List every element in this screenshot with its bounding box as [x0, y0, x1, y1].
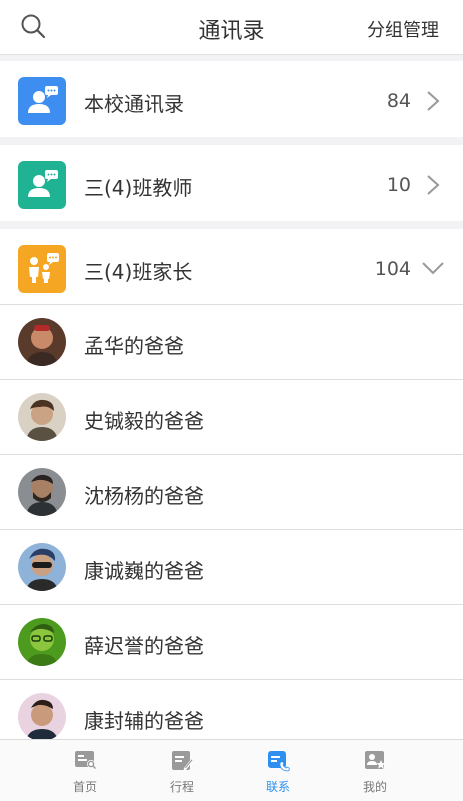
group-class-teachers[interactable]: 三(4)班教师 10: [0, 145, 463, 221]
contacts-icon: [18, 77, 66, 125]
group-count: 104: [374, 258, 411, 280]
member-name: 史铖毅的爸爸: [84, 409, 204, 433]
list-item[interactable]: 薛迟誉的爸爸: [0, 604, 463, 680]
group-manage-button[interactable]: 分组管理: [367, 16, 439, 42]
chevron-right-icon: [427, 91, 440, 111]
group-count: 10: [386, 174, 411, 196]
tab-profile[interactable]: 我的: [317, 740, 433, 801]
avatar: [18, 618, 66, 666]
group-name: 三(4)班家长: [84, 260, 193, 284]
avatar: [18, 693, 66, 741]
avatar: [18, 318, 66, 366]
chevron-right-icon: [427, 175, 440, 195]
member-name: 康诚巍的爸爸: [84, 559, 204, 583]
home-icon: [75, 751, 96, 769]
list-item[interactable]: 孟华的爸爸: [0, 304, 463, 380]
member-name: 孟华的爸爸: [84, 334, 184, 358]
contacts-icon: [18, 161, 66, 209]
avatar: [18, 543, 66, 591]
chevron-down-icon: [422, 262, 444, 275]
contact-icon: [268, 751, 290, 772]
group-school-contacts[interactable]: 本校通讯录 84: [0, 61, 463, 137]
member-name: 康封辅的爸爸: [84, 709, 204, 733]
family-icon: [18, 245, 66, 293]
schedule-icon: [172, 751, 194, 771]
group-count: 84: [386, 90, 411, 112]
list-item[interactable]: 沈杨杨的爸爸: [0, 454, 463, 530]
list-item[interactable]: 史铖毅的爸爸: [0, 379, 463, 455]
group-name: 三(4)班教师: [84, 176, 193, 200]
profile-icon: [365, 751, 386, 769]
member-name: 沈杨杨的爸爸: [84, 484, 204, 508]
member-name: 薛迟誉的爸爸: [84, 634, 204, 658]
avatar: [18, 468, 66, 516]
app-header: 通讯录 分组管理: [0, 0, 463, 55]
list-item[interactable]: 康诚巍的爸爸: [0, 529, 463, 605]
avatar: [18, 393, 66, 441]
tab-label: 我的: [362, 780, 387, 794]
group-class-parents[interactable]: 三(4)班家长 104: [0, 229, 463, 305]
bottom-tab-bar: 首页 行程 联系 我的: [0, 739, 463, 801]
group-name: 本校通讯录: [84, 92, 184, 116]
